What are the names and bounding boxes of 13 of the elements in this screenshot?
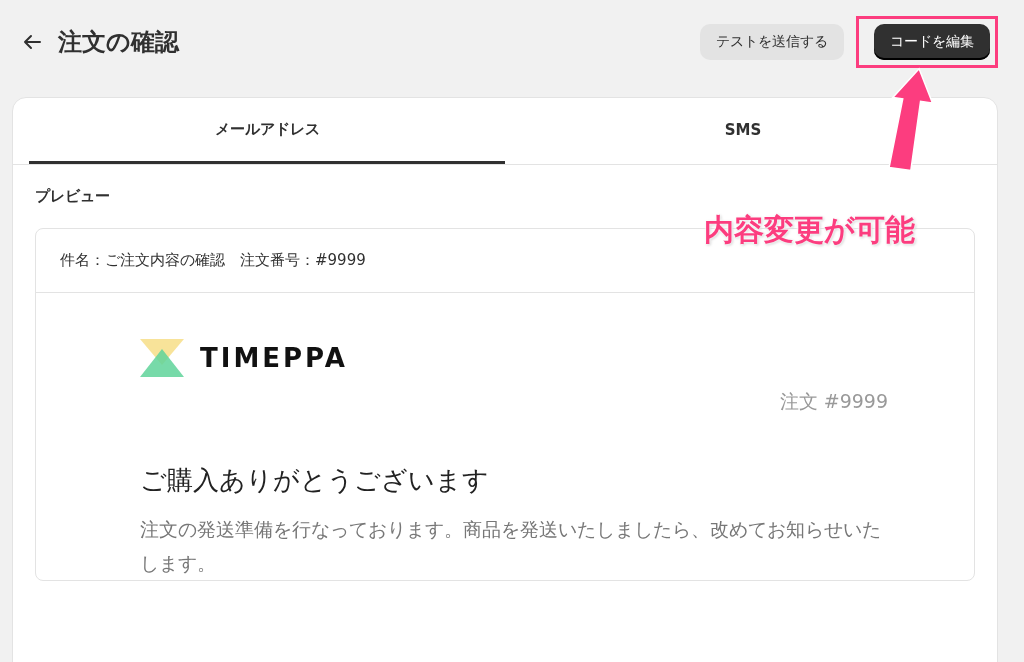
hourglass-logo-icon [140, 339, 184, 377]
email-body-text: 注文の発送準備を行なっております。商品を発送いたしましたら、改めてお知らせいたします。 [140, 517, 882, 577]
section-label: プレビュー [35, 187, 111, 206]
tab[interactable]: メールアドレス [29, 98, 505, 164]
back-arrow-icon[interactable] [22, 34, 42, 50]
email-heading: ご購入ありがとうございます [140, 464, 490, 497]
tab[interactable]: SMS [505, 98, 981, 164]
page-title: 注文の確認 [58, 27, 179, 58]
callout-text: 内容変更が可能 [704, 211, 915, 249]
action-button[interactable]: テストを送信する [700, 24, 844, 60]
action-button[interactable]: コードを編集 [874, 24, 990, 60]
order-number: 注文 #9999 [778, 389, 888, 414]
logo-text: TIMEPPA [200, 343, 348, 373]
